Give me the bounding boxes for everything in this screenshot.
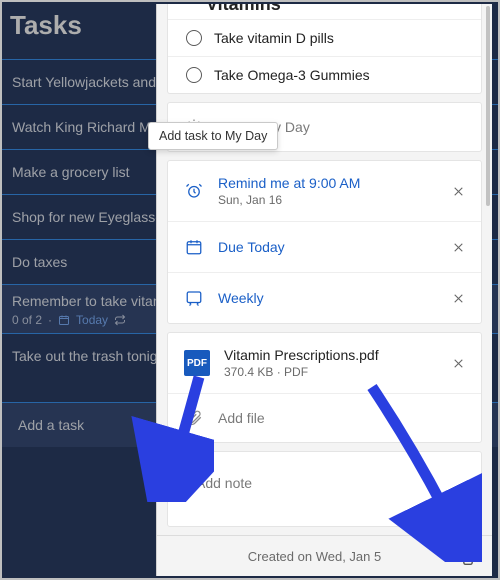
task-step[interactable]: Take Omega-3 Gummies <box>168 56 481 93</box>
task-title-card: Vitamins Take vitamin D pills Take Omega… <box>167 4 482 94</box>
repeat-label: Weekly <box>218 290 433 306</box>
remove-due-button[interactable] <box>447 236 469 258</box>
remove-attachment-button[interactable] <box>447 352 469 374</box>
repeat-icon <box>184 288 204 308</box>
remove-reminder-button[interactable] <box>447 180 469 202</box>
alarm-icon <box>184 181 204 201</box>
step-label: Take vitamin D pills <box>214 30 334 46</box>
due-date-row[interactable]: Due Today <box>168 221 481 272</box>
reminder-row[interactable]: Remind me at 9:00 AM Sun, Jan 16 <box>168 161 481 221</box>
due-label: Due Today <box>218 239 433 255</box>
tooltip: Add task to My Day <box>148 122 278 150</box>
schedule-card: Remind me at 9:00 AM Sun, Jan 16 Due Tod… <box>167 160 482 324</box>
add-file-label: Add file <box>218 410 469 426</box>
pdf-icon: PDF <box>184 350 210 376</box>
radio-unchecked-icon[interactable] <box>186 30 202 46</box>
app-window: Tasks Start Yellowjackets and Dopesick W… <box>0 0 500 580</box>
note-card: Add note <box>167 451 482 527</box>
created-label: Created on Wed, Jan 5 <box>171 549 458 564</box>
radio-unchecked-icon[interactable] <box>186 67 202 83</box>
task-title[interactable]: Vitamins <box>168 4 481 19</box>
scrollbar[interactable] <box>486 6 490 206</box>
repeat-row[interactable]: Weekly <box>168 272 481 323</box>
reminder-sub: Sun, Jan 16 <box>218 193 433 207</box>
add-file-button[interactable]: Add file <box>168 393 481 442</box>
paperclip-icon <box>184 408 204 428</box>
attachment-name: Vitamin Prescriptions.pdf <box>224 347 433 363</box>
remove-repeat-button[interactable] <box>447 287 469 309</box>
attachment-meta: 370.4 KB · PDF <box>224 365 433 379</box>
task-detail-panel: Vitamins Take vitamin D pills Take Omega… <box>156 4 492 576</box>
note-placeholder: Add note <box>196 475 252 491</box>
step-label: Take Omega-3 Gummies <box>214 67 370 83</box>
detail-footer: Created on Wed, Jan 5 <box>157 535 492 576</box>
reminder-label: Remind me at 9:00 AM <box>218 175 433 191</box>
note-input[interactable]: Add note <box>168 452 481 526</box>
files-card: PDF Vitamin Prescriptions.pdf 370.4 KB ·… <box>167 332 482 443</box>
calendar-icon <box>184 237 204 257</box>
task-step[interactable]: Take vitamin D pills <box>168 19 481 56</box>
attachment-row[interactable]: PDF Vitamin Prescriptions.pdf 370.4 KB ·… <box>168 333 481 393</box>
delete-task-button[interactable] <box>458 546 478 566</box>
